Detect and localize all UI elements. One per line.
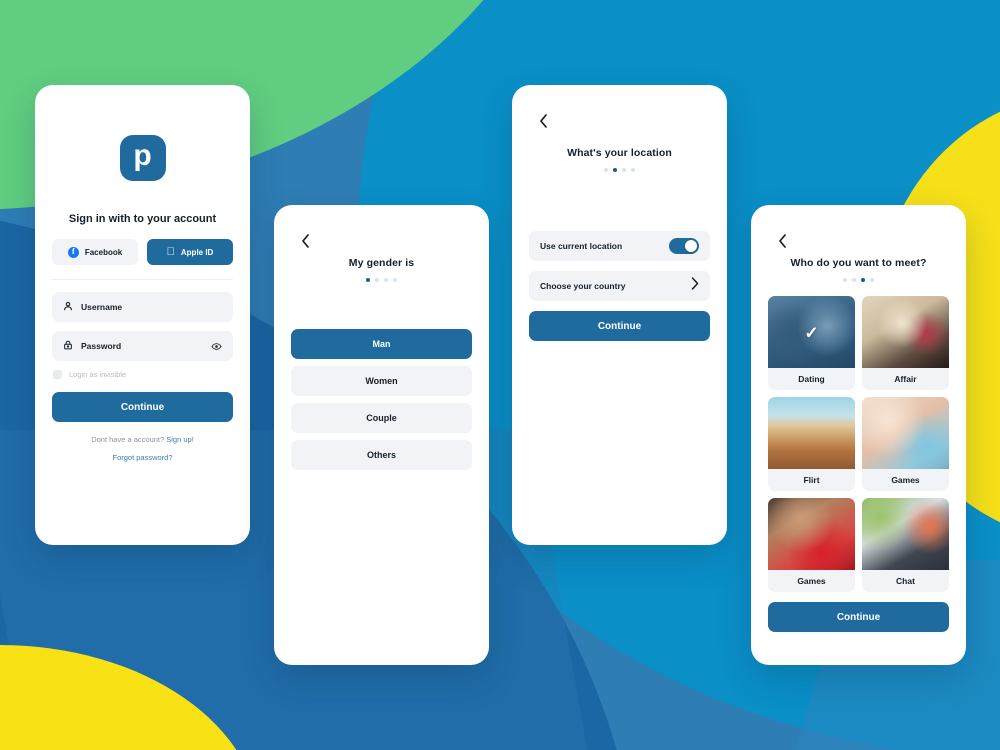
signup-link[interactable]: Sign up! xyxy=(166,435,194,444)
username-input[interactable]: Username xyxy=(52,292,233,322)
app-logo: p xyxy=(119,135,166,181)
password-input-label: Password xyxy=(81,341,122,351)
pagination-dot[interactable] xyxy=(384,278,388,282)
apple-login-label: Apple ID xyxy=(176,247,213,257)
use-current-location-label: Use current location xyxy=(540,241,623,251)
meet-tile-games-2[interactable]: Games xyxy=(768,498,855,592)
chevron-left-icon xyxy=(778,234,786,248)
couple-on-couch-photo: ✓ xyxy=(768,296,855,368)
user-icon xyxy=(63,298,73,316)
phone-screen-meet: Who do you want to meet? ✓ Dating Affair xyxy=(751,205,966,665)
pagination-dot[interactable] xyxy=(393,278,397,282)
location-pagination-dots xyxy=(529,168,710,172)
app-logo-wrapper: p xyxy=(52,135,233,181)
meet-tile-affair[interactable]: Affair xyxy=(862,296,949,390)
pagination-dot[interactable] xyxy=(870,278,874,282)
apple-icon:  xyxy=(167,246,175,258)
gender-option-women[interactable]: Women xyxy=(291,366,472,396)
pagination-dot[interactable] xyxy=(852,278,856,282)
login-invisible-row[interactable]: Login as invisible xyxy=(53,370,233,379)
eye-icon[interactable] xyxy=(211,341,222,352)
toggle-knob xyxy=(684,239,698,253)
location-options: Use current location Choose your country… xyxy=(529,231,710,341)
meet-tile-grid: ✓ Dating Affair Flirt Games Games Chat xyxy=(768,296,949,592)
chevron-left-icon xyxy=(301,234,309,248)
meet-tile-games-1[interactable]: Games xyxy=(862,397,949,491)
pagination-dot[interactable] xyxy=(631,168,635,172)
signin-title: Sign in with to your account xyxy=(68,213,217,225)
woman-red-bikini-photo xyxy=(768,498,855,570)
choose-country-row[interactable]: Choose your country xyxy=(529,271,710,301)
use-current-location-row[interactable]: Use current location xyxy=(529,231,710,261)
gender-option-others[interactable]: Others xyxy=(291,440,472,470)
location-back-button[interactable] xyxy=(533,111,553,131)
pagination-dot[interactable] xyxy=(843,278,847,282)
pagination-dot[interactable] xyxy=(604,168,608,172)
signup-prompt-row: Dont have a account? Sign up! xyxy=(52,435,233,444)
meet-tile-label: Chat xyxy=(896,576,915,586)
gender-title: My gender is xyxy=(348,257,415,269)
apple-id-login-button[interactable]:  Apple ID xyxy=(147,239,233,265)
meet-tile-dating[interactable]: ✓ Dating xyxy=(768,296,855,390)
login-invisible-checkbox[interactable] xyxy=(53,370,62,379)
meet-tile-label: Flirt xyxy=(803,475,820,485)
pagination-dot[interactable] xyxy=(366,278,370,282)
meet-tile-label: Games xyxy=(797,576,826,586)
location-continue-button[interactable]: Continue xyxy=(529,311,710,341)
pagination-dot[interactable] xyxy=(375,278,379,282)
forgot-password-link[interactable]: Forgot password? xyxy=(52,453,233,462)
signup-prompt-text: Dont have a account? xyxy=(91,435,165,444)
hands-on-lingerie-photo xyxy=(862,397,949,469)
phone-screen-signin: p Sign in with to your account f Faceboo… xyxy=(35,85,250,545)
form-divider xyxy=(52,279,233,280)
meet-pagination-dots xyxy=(768,278,949,282)
beach-sunset-couple-photo xyxy=(768,397,855,469)
meet-tile-chat[interactable]: Chat xyxy=(862,498,949,592)
two-women-phone-photo xyxy=(862,498,949,570)
chevron-left-icon xyxy=(539,114,547,128)
meet-tile-flirt[interactable]: Flirt xyxy=(768,397,855,491)
choose-country-label: Choose your country xyxy=(540,281,626,291)
pagination-dot[interactable] xyxy=(622,168,626,172)
pagination-dot[interactable] xyxy=(861,278,865,282)
meet-title: Who do you want to meet? xyxy=(790,257,927,269)
gender-back-button[interactable] xyxy=(295,231,315,251)
phone-screen-location: What's your location Use current locatio… xyxy=(512,85,727,545)
use-current-location-toggle[interactable] xyxy=(669,238,699,254)
gender-option-couple[interactable]: Couple xyxy=(291,403,472,433)
meet-tile-label: Dating xyxy=(798,374,825,384)
gender-pagination-dots xyxy=(291,278,472,282)
pagination-dot[interactable] xyxy=(613,168,617,172)
facebook-icon: f xyxy=(67,246,79,258)
password-input[interactable]: Password xyxy=(52,331,233,361)
signin-continue-button[interactable]: Continue xyxy=(52,392,233,422)
social-login-row: f Facebook  Apple ID xyxy=(52,239,233,265)
chevron-right-icon xyxy=(691,277,699,295)
meet-tile-label: Affair xyxy=(894,374,917,384)
location-title: What's your location xyxy=(567,147,672,159)
login-invisible-label: Login as invisible xyxy=(69,370,127,379)
meet-continue-button[interactable]: Continue xyxy=(768,602,949,632)
facebook-login-label: Facebook xyxy=(84,247,123,257)
phone-screen-gender: My gender is Man Women Couple Others xyxy=(274,205,489,665)
app-mockup-stage: p Sign in with to your account f Faceboo… xyxy=(0,0,1000,750)
gender-option-list: Man Women Couple Others xyxy=(291,329,472,470)
lock-icon xyxy=(63,337,73,355)
meet-back-button[interactable] xyxy=(772,231,792,251)
check-icon: ✓ xyxy=(804,323,819,343)
facebook-login-button[interactable]: f Facebook xyxy=(52,239,138,265)
username-input-label: Username xyxy=(81,302,123,312)
meet-tile-label: Games xyxy=(891,475,920,485)
gender-option-man[interactable]: Man xyxy=(291,329,472,359)
two-women-back-photo xyxy=(862,296,949,368)
